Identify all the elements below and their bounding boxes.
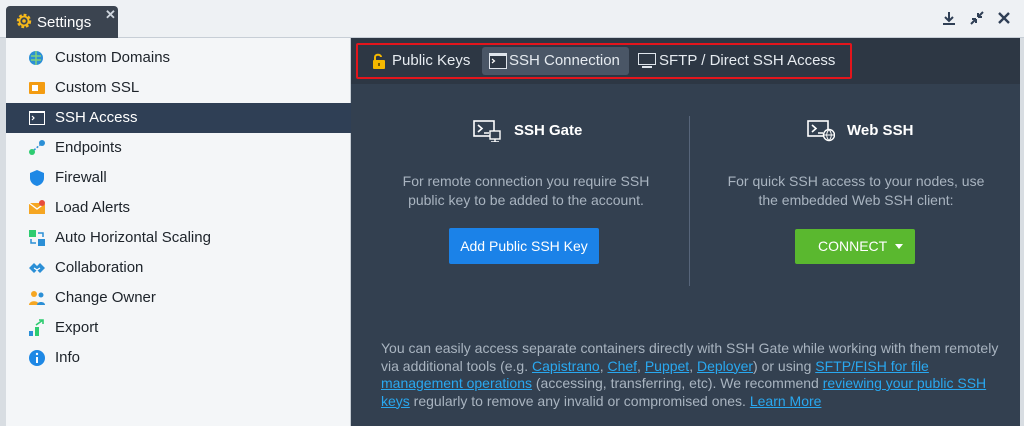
sidebar-item-endpoints[interactable]: Endpoints: [6, 133, 351, 163]
pane-divider: [689, 116, 690, 286]
sidebar-item-custom-ssl[interactable]: Custom SSL: [6, 73, 351, 103]
web-ssh-description: For quick SSH access to your nodes, use …: [727, 173, 985, 208]
title-bar: Settings ✕: [0, 0, 1024, 38]
close-tab-icon[interactable]: ✕: [105, 7, 116, 23]
ssh-gate-title: SSH Gate: [514, 122, 583, 139]
ssh-info-footer: You can easily access separate container…: [381, 340, 999, 409]
chef-link[interactable]: Chef: [607, 358, 637, 374]
firewall-icon: [30, 170, 44, 186]
custom-ssl-icon: [29, 82, 45, 94]
endpoints-icon: [29, 140, 45, 155]
change-owner-icon: [29, 291, 45, 305]
tab-strip: Public Keys SSH Connection SFTP / Direct…: [351, 38, 1020, 84]
ssh-access-panel: Public Keys SSH Connection SFTP / Direct…: [351, 38, 1020, 426]
terminal-icon: [489, 53, 507, 69]
deployer-link[interactable]: Deployer: [697, 358, 753, 374]
export-icon: [29, 319, 44, 336]
sidebar-item-change-owner[interactable]: Change Owner: [6, 283, 351, 313]
ssh-access-icon: [29, 111, 45, 125]
sidebar-item-firewall[interactable]: Firewall: [6, 163, 351, 193]
tab-settings[interactable]: Settings ✕: [6, 6, 118, 38]
tab-title: Settings: [37, 14, 92, 31]
sidebar-item-ssh-access[interactable]: SSH Access: [6, 103, 351, 133]
sidebar-item-load-alerts[interactable]: Load Alerts: [6, 193, 351, 223]
gear-icon: [16, 13, 32, 29]
sidebar-item-custom-domains[interactable]: Custom Domains: [6, 43, 351, 73]
close-window-icon[interactable]: [995, 9, 1013, 27]
info-icon: [29, 350, 45, 366]
monitor-icon: [638, 53, 656, 68]
learn-more-link[interactable]: Learn More: [750, 393, 822, 409]
tab-ssh-connection[interactable]: SSH Connection: [482, 47, 629, 75]
settings-body: Custom Domains Custom SSL SSH Access End…: [6, 38, 1020, 426]
custom-domains-icon: [29, 51, 43, 65]
capistrano-link[interactable]: Capistrano: [532, 358, 600, 374]
sidebar: Custom Domains Custom SSL SSH Access End…: [6, 38, 351, 426]
load-alerts-icon: [28, 200, 46, 214]
puppet-link[interactable]: Puppet: [645, 358, 689, 374]
lock-icon: [373, 53, 385, 69]
ssh-gate-description: For remote connection you require SSH pu…: [402, 173, 650, 208]
web-ssh-icon: [807, 120, 835, 142]
chevron-down-icon[interactable]: [895, 244, 903, 249]
sidebar-item-auto-horizontal-scaling[interactable]: Auto Horizontal Scaling: [6, 223, 351, 253]
tab-sftp-direct-ssh-access[interactable]: SFTP / Direct SSH Access: [633, 47, 843, 75]
ssh-gate-icon: [473, 120, 501, 142]
collaboration-icon: [29, 263, 45, 273]
collapse-icon[interactable]: [968, 9, 986, 27]
sidebar-item-export[interactable]: Export: [6, 313, 351, 343]
auto-scaling-icon: [29, 230, 45, 246]
sidebar-item-collaboration[interactable]: Collaboration: [6, 253, 351, 283]
connect-button[interactable]: CONNECT: [795, 229, 915, 264]
add-public-ssh-key-button[interactable]: Add Public SSH Key: [449, 228, 599, 264]
sidebar-item-info[interactable]: Info: [6, 343, 351, 373]
download-icon[interactable]: [940, 9, 958, 27]
web-ssh-title: Web SSH: [847, 122, 914, 139]
tab-public-keys[interactable]: Public Keys: [368, 47, 478, 75]
